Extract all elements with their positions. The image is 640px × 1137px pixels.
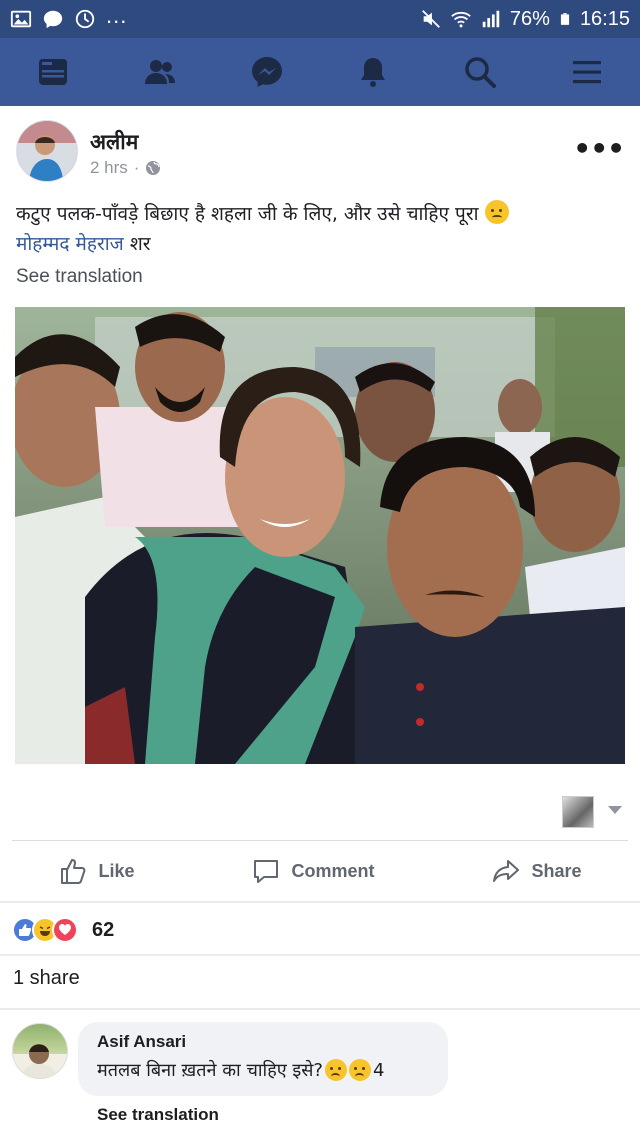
menu-icon xyxy=(572,61,601,84)
commenter-avatar[interactable] xyxy=(12,1023,68,1079)
mute-icon xyxy=(422,10,440,28)
nav-search[interactable] xyxy=(450,42,510,102)
search-icon xyxy=(465,57,496,88)
top-nav-bar xyxy=(0,38,640,106)
like-label: Like xyxy=(98,860,135,881)
chevron-down-icon[interactable] xyxy=(608,806,622,814)
post-actions: Like Comment Share xyxy=(0,842,640,900)
notifications-icon xyxy=(361,58,386,87)
section-separator xyxy=(0,901,640,903)
nav-notifications[interactable] xyxy=(343,42,403,102)
post-photo[interactable] xyxy=(15,307,625,764)
messenger-icon xyxy=(251,57,282,87)
comment-button[interactable]: Comment xyxy=(251,856,375,886)
sad-face-icon xyxy=(349,1059,371,1081)
mention-link[interactable]: मोहम्मद मेहराज xyxy=(16,233,124,255)
reactions-summary[interactable]: 62 xyxy=(12,914,114,946)
battery-icon xyxy=(560,13,570,25)
post-text-line2: शर xyxy=(123,233,151,255)
author-avatar[interactable] xyxy=(16,120,78,182)
sync-icon xyxy=(75,9,95,29)
thumbs-up-icon xyxy=(61,859,86,884)
globe-icon xyxy=(146,161,161,175)
post-meta: 2 hrs · xyxy=(90,158,161,178)
wifi-icon xyxy=(451,11,471,28)
post-text: कटुए पलक-पाँवड़े बिछाए है शहला जी के लिए… xyxy=(16,199,616,259)
like-button[interactable]: Like xyxy=(58,856,135,886)
comment-body: मतलब बिना ख़तने का चाहिए इसे? xyxy=(97,1060,323,1081)
section-separator xyxy=(0,1008,640,1010)
sad-face-icon xyxy=(325,1059,347,1081)
nav-news-feed[interactable] xyxy=(23,42,83,102)
avatar-photo xyxy=(17,121,77,181)
comment-reaction-count: 4 xyxy=(373,1059,385,1081)
divider xyxy=(12,840,628,841)
reaction-audience-row xyxy=(0,790,640,830)
nav-messenger[interactable] xyxy=(237,42,297,102)
post-text-line1: कटुए पलक-पाँवड़े बिछाए है शहला जी के लिए… xyxy=(16,203,485,225)
unamused-face-icon xyxy=(484,200,509,224)
post-header: अलीम 2 hrs · ••• xyxy=(0,118,640,188)
status-overflow: ... xyxy=(106,3,128,28)
status-bar: ... 76% 16:15 xyxy=(0,0,640,38)
chat-bubble-icon xyxy=(43,10,63,29)
nav-friends[interactable] xyxy=(130,42,190,102)
clock: 16:15 xyxy=(579,7,630,30)
comment-see-translation-link[interactable]: See translation xyxy=(97,1105,219,1125)
share-count[interactable]: 1 share xyxy=(13,967,80,990)
meta-separator: · xyxy=(133,158,140,177)
comment-label: Comment xyxy=(291,860,375,881)
nav-menu[interactable] xyxy=(557,42,617,102)
share-arrow-icon xyxy=(493,860,520,882)
comment-text: मतलब बिना ख़तने का चाहिए इसे? 4 xyxy=(97,1058,448,1082)
reactor-avatar[interactable] xyxy=(562,796,594,828)
share-label: Share xyxy=(531,860,582,881)
post-options-button[interactable]: ••• xyxy=(573,132,625,165)
author-name[interactable]: अलीम xyxy=(90,128,138,156)
friends-icon xyxy=(144,60,175,84)
battery-percent: 76% xyxy=(509,7,550,30)
section-separator xyxy=(0,954,640,956)
gallery-icon xyxy=(10,10,32,28)
signal-icon xyxy=(482,10,500,28)
commenter-photo xyxy=(21,1044,57,1078)
selfie-photo xyxy=(15,307,625,764)
reaction-count: 62 xyxy=(92,918,115,941)
comment-bubble: Asif Ansari मतलब बिना ख़तने का चाहिए इसे… xyxy=(78,1022,448,1096)
post-time[interactable]: 2 hrs xyxy=(90,158,128,178)
comment-icon xyxy=(254,860,279,883)
share-button[interactable]: Share xyxy=(491,856,582,886)
love-reaction-icon xyxy=(52,917,78,943)
see-translation-link[interactable]: See translation xyxy=(16,266,143,288)
commenter-name[interactable]: Asif Ansari xyxy=(97,1032,448,1052)
news-feed-icon xyxy=(39,59,68,85)
